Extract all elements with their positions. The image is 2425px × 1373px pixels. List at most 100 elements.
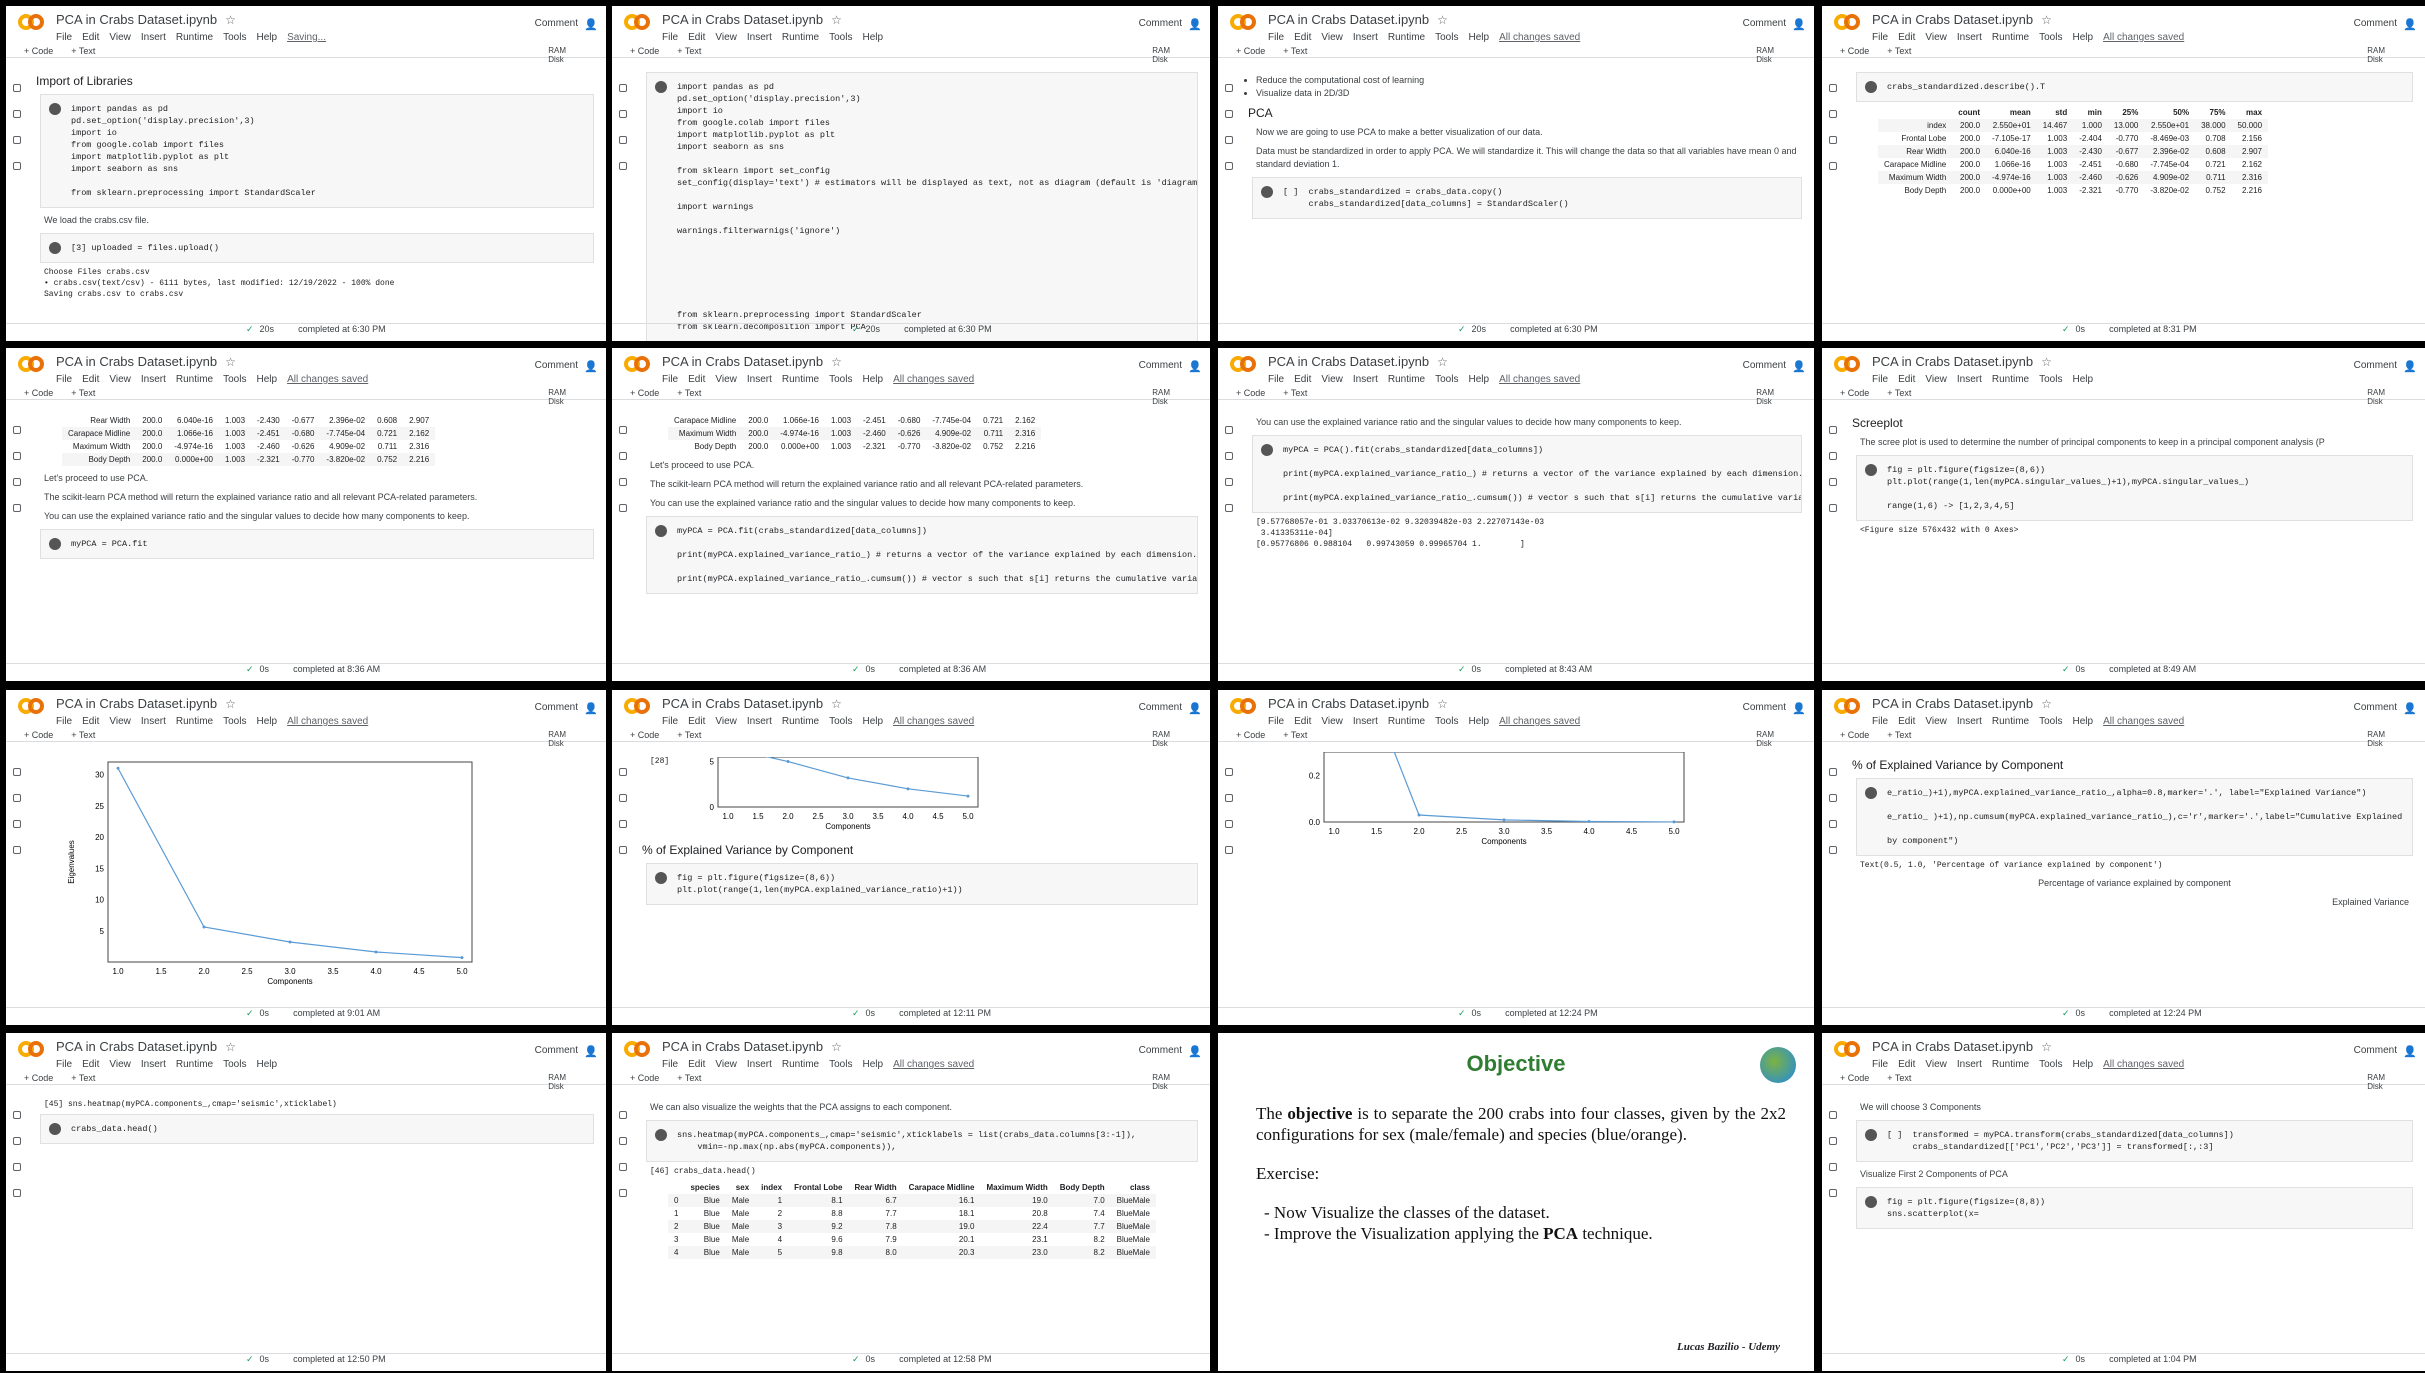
menu-help[interactable]: Help — [256, 716, 277, 727]
menu-edit[interactable]: Edit — [82, 32, 99, 43]
notebook-title-text[interactable]: PCA in Crabs Dataset.ipynb — [1872, 696, 2033, 711]
comment-button[interactable]: Comment — [2354, 360, 2397, 371]
save-status[interactable]: All changes saved — [287, 374, 368, 385]
menu-insert[interactable]: Insert — [141, 374, 166, 385]
files-icon[interactable] — [619, 504, 627, 512]
menu-view[interactable]: View — [1925, 32, 1947, 43]
code-cell[interactable]: [ ] transformed = myPCA.transform(crabs_… — [1856, 1120, 2413, 1162]
share-icon[interactable]: 👤 — [584, 1045, 598, 1058]
ram-disk-indicator[interactable]: RAM Disk — [1152, 1073, 1170, 1091]
files-icon[interactable] — [13, 1189, 21, 1197]
toc-icon[interactable] — [1225, 426, 1233, 434]
notebook-title-text[interactable]: PCA in Crabs Dataset.ipynb — [1268, 354, 1429, 369]
save-status[interactable]: All changes saved — [2103, 1059, 2184, 1070]
menu-insert[interactable]: Insert — [1957, 1059, 1982, 1070]
menu-edit[interactable]: Edit — [688, 716, 705, 727]
menu-insert[interactable]: Insert — [141, 32, 166, 43]
notebook-title[interactable]: PCA in Crabs Dataset.ipynb ☆ — [662, 12, 842, 27]
menu-runtime[interactable]: Runtime — [1388, 32, 1425, 43]
variables-icon[interactable] — [619, 136, 627, 144]
add-text-button[interactable]: + Text — [677, 46, 701, 56]
menu-view[interactable]: View — [1925, 1059, 1947, 1070]
menu-file[interactable]: File — [56, 716, 72, 727]
code-cell[interactable]: e_ratio_)+1),myPCA.explained_variance_ra… — [1856, 778, 2413, 856]
variables-icon[interactable] — [1829, 136, 1837, 144]
share-icon[interactable]: 👤 — [1792, 360, 1806, 373]
share-icon[interactable]: 👤 — [1792, 702, 1806, 715]
menu-file[interactable]: File — [1872, 374, 1888, 385]
search-icon[interactable] — [1829, 1137, 1837, 1145]
code-cell[interactable]: import pandas as pd pd.set_option('displ… — [646, 72, 1198, 341]
toc-icon[interactable] — [13, 426, 21, 434]
menu-insert[interactable]: Insert — [747, 716, 772, 727]
menu-file[interactable]: File — [1872, 1059, 1888, 1070]
menu-help[interactable]: Help — [2072, 1059, 2093, 1070]
menu-help[interactable]: Help — [1468, 32, 1489, 43]
comment-button[interactable]: Comment — [2354, 702, 2397, 713]
notebook-title[interactable]: PCA in Crabs Dataset.ipynb ☆ — [56, 12, 236, 27]
notebook-title[interactable]: PCA in Crabs Dataset.ipynb ☆ — [56, 696, 236, 711]
add-text-button[interactable]: + Text — [677, 388, 701, 398]
share-icon[interactable]: 👤 — [1792, 18, 1806, 31]
files-icon[interactable] — [1225, 162, 1233, 170]
code-cell[interactable]: [3] uploaded = files.upload() — [40, 233, 594, 263]
variables-icon[interactable] — [1225, 136, 1233, 144]
menu-tools[interactable]: Tools — [1435, 32, 1458, 43]
comment-button[interactable]: Comment — [2354, 1045, 2397, 1056]
code-cell[interactable]: import pandas as pd pd.set_option('displ… — [40, 94, 594, 208]
menu-edit[interactable]: Edit — [688, 374, 705, 385]
comment-button[interactable]: Comment — [1139, 1045, 1182, 1056]
search-icon[interactable] — [13, 1137, 21, 1145]
add-code-button[interactable]: + Code — [1840, 730, 1869, 740]
menu-tools[interactable]: Tools — [223, 716, 246, 727]
menu-edit[interactable]: Edit — [82, 374, 99, 385]
star-icon[interactable]: ☆ — [1437, 697, 1448, 711]
save-status[interactable]: All changes saved — [287, 716, 368, 727]
notebook-title[interactable]: PCA in Crabs Dataset.ipynb ☆ — [662, 1039, 842, 1054]
files-icon[interactable] — [1829, 1189, 1837, 1197]
search-icon[interactable] — [13, 110, 21, 118]
toc-icon[interactable] — [1829, 1111, 1837, 1119]
add-text-button[interactable]: + Text — [71, 730, 95, 740]
notebook-title-text[interactable]: PCA in Crabs Dataset.ipynb — [1268, 696, 1429, 711]
menu-edit[interactable]: Edit — [82, 716, 99, 727]
search-icon[interactable] — [1225, 110, 1233, 118]
menu-edit[interactable]: Edit — [1898, 374, 1915, 385]
save-status[interactable]: Saving... — [287, 32, 326, 43]
notebook-title[interactable]: PCA in Crabs Dataset.ipynb ☆ — [1872, 354, 2052, 369]
files-icon[interactable] — [1829, 504, 1837, 512]
code-cell[interactable]: fig = plt.figure(figsize=(8,8)) sns.scat… — [1856, 1187, 2413, 1229]
variables-icon[interactable] — [13, 136, 21, 144]
star-icon[interactable]: ☆ — [2041, 697, 2052, 711]
add-code-button[interactable]: + Code — [630, 730, 659, 740]
variables-icon[interactable] — [13, 1163, 21, 1171]
menu-help[interactable]: Help — [862, 32, 883, 43]
save-status[interactable]: All changes saved — [1499, 32, 1580, 43]
menu-runtime[interactable]: Runtime — [176, 32, 213, 43]
menu-file[interactable]: File — [662, 32, 678, 43]
menu-view[interactable]: View — [715, 374, 737, 385]
toc-icon[interactable] — [619, 426, 627, 434]
search-icon[interactable] — [1829, 110, 1837, 118]
menu-tools[interactable]: Tools — [2039, 32, 2062, 43]
search-icon[interactable] — [13, 452, 21, 460]
menu-view[interactable]: View — [109, 32, 131, 43]
add-code-button[interactable]: + Code — [1840, 388, 1869, 398]
menu-insert[interactable]: Insert — [1353, 32, 1378, 43]
search-icon[interactable] — [13, 794, 21, 802]
menu-insert[interactable]: Insert — [747, 1059, 772, 1070]
menu-file[interactable]: File — [662, 716, 678, 727]
add-text-button[interactable]: + Text — [677, 730, 701, 740]
menu-view[interactable]: View — [1925, 716, 1947, 727]
toc-icon[interactable] — [13, 1111, 21, 1119]
notebook-title-text[interactable]: PCA in Crabs Dataset.ipynb — [1872, 354, 2033, 369]
ram-disk-indicator[interactable]: RAM Disk — [2367, 46, 2385, 64]
menu-tools[interactable]: Tools — [2039, 374, 2062, 385]
star-icon[interactable]: ☆ — [225, 1040, 236, 1054]
variables-icon[interactable] — [1829, 1163, 1837, 1171]
ram-disk-indicator[interactable]: RAM Disk — [1152, 388, 1170, 406]
save-status[interactable]: All changes saved — [893, 716, 974, 727]
search-icon[interactable] — [1225, 794, 1233, 802]
variables-icon[interactable] — [1829, 820, 1837, 828]
comment-button[interactable]: Comment — [535, 702, 578, 713]
